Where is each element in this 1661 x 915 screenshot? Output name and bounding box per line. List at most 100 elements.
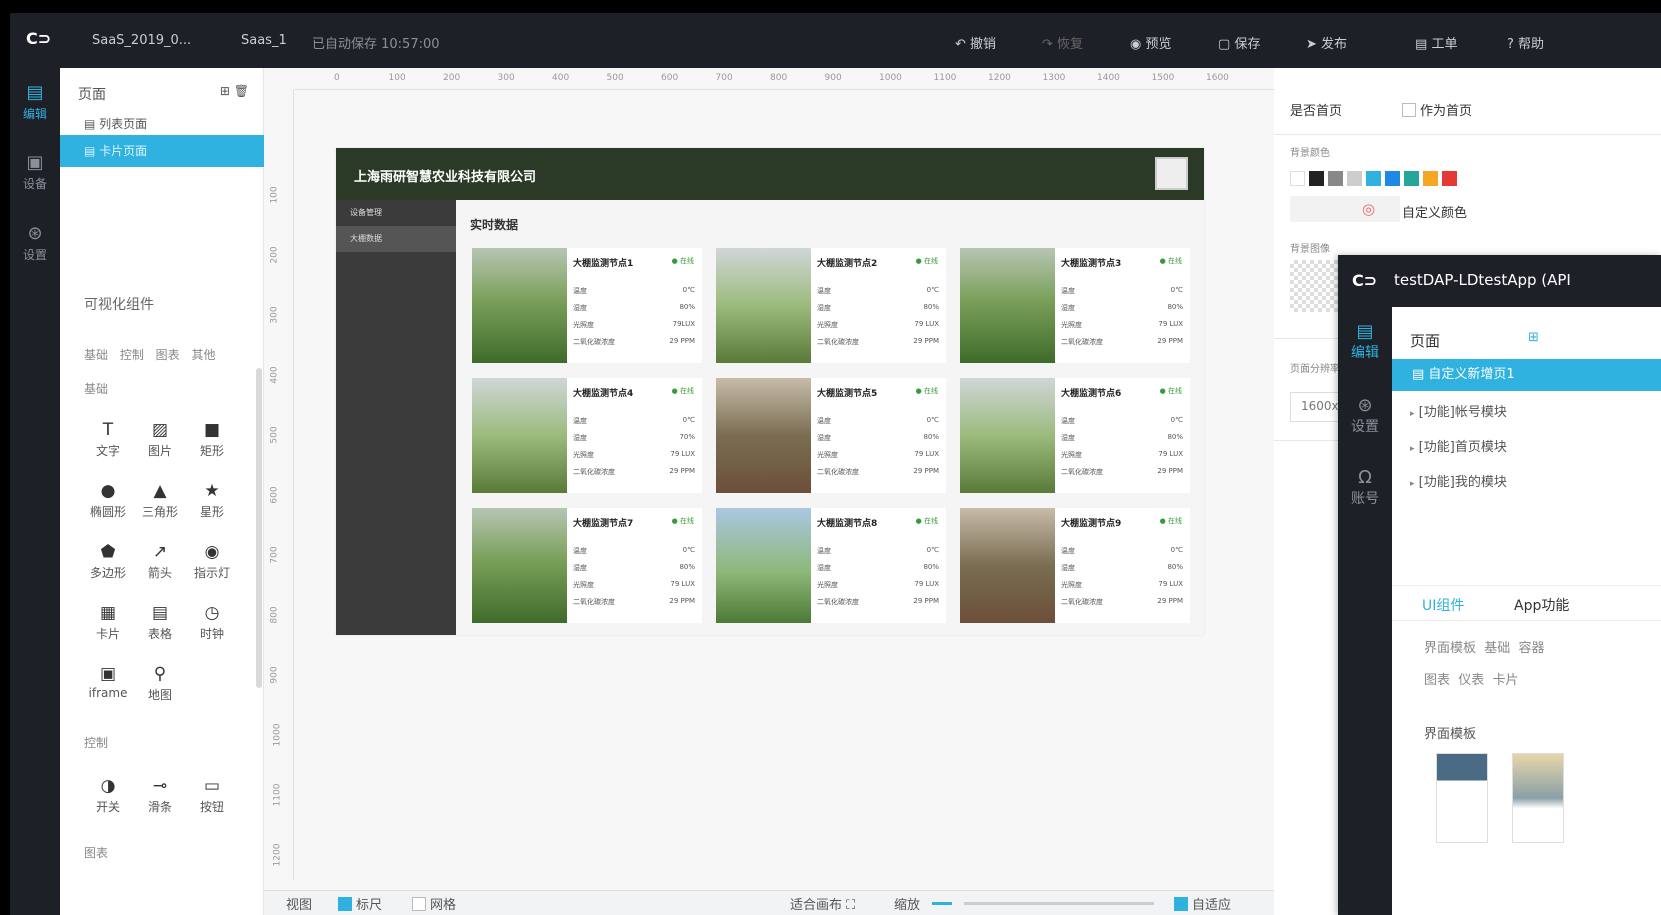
- sensor-card[interactable]: 大棚监测节点2 ● 在线 温度 0℃ 湿度 80% 光照度 79 LUX 二氧化碳浓度 29 PP…: [716, 248, 946, 363]
- control-item[interactable]: ◑ 开关: [82, 776, 134, 815]
- sensor-card[interactable]: 大棚监测节点4 ● 在线 温度 0℃ 湿度 70% 光照度 79 LUX 二氧化碳浓度 29 PP…: [472, 378, 702, 493]
- zoom-slider[interactable]: [964, 902, 1154, 905]
- reading-row: 湿度 80%: [573, 303, 695, 312]
- control-icon: ⊸: [152, 776, 168, 796]
- component-item[interactable]: ● 椭圆形: [82, 481, 134, 520]
- component-item[interactable]: ▲ 三角形: [134, 481, 186, 520]
- nav-edit[interactable]: ▤ 编辑: [10, 82, 60, 122]
- bg-color-label: 背景颜色: [1290, 148, 1330, 159]
- color-swatch[interactable]: [1347, 171, 1362, 186]
- greenhouse-photo: [960, 248, 1055, 363]
- template-thumb-dashboard[interactable]: [1436, 753, 1488, 843]
- as-home-checkbox[interactable]: 作为首页: [1402, 100, 1472, 119]
- site-menu-item-active[interactable]: 大棚数据: [336, 226, 456, 252]
- color-swatch[interactable]: [1290, 171, 1305, 186]
- redo-icon: ↷: [1042, 37, 1053, 52]
- ticket-button[interactable]: ▤ 工单: [1415, 33, 1457, 52]
- site-menu-item[interactable]: 设备管理: [336, 200, 456, 226]
- file-name[interactable]: SaaS_2019_0...: [92, 33, 191, 48]
- preview-button[interactable]: ◉ 预览: [1130, 33, 1172, 52]
- category-tabs-row1[interactable]: 界面模板 基础 容器: [1424, 637, 1545, 656]
- status-badge: ● 在线: [1159, 517, 1182, 525]
- component-icon: ◉: [204, 542, 220, 562]
- control-item[interactable]: ▭ 按钮: [186, 776, 238, 815]
- category-tabs-row2[interactable]: 图表 仪表 卡片: [1424, 669, 1519, 688]
- sensor-card[interactable]: 大棚监测节点1 ● 在线 温度 0℃ 湿度 80% 光照度 79LUX 二氧化碳浓度 29 PPM: [472, 248, 702, 363]
- site-main: 实时数据 大棚监测节点1 ● 在线 温度 0℃ 湿度 80% 光照度 79LUX 二氧化碳浓度 2…: [456, 200, 1204, 635]
- color-input[interactable]: [1290, 196, 1400, 222]
- ticket-icon: ▤: [1415, 37, 1428, 52]
- template-thumb-landscape[interactable]: [1512, 753, 1564, 843]
- component-item[interactable]: ★ 星形: [186, 481, 238, 520]
- color-swatch[interactable]: [1423, 171, 1438, 186]
- overlay-nav-account[interactable]: Ω 账号: [1338, 467, 1392, 508]
- main-title: 实时数据: [470, 218, 519, 232]
- page-actions[interactable]: ⊞ 🗑: [220, 84, 249, 98]
- reading-row: 二氧化碳浓度 29 PPM: [1061, 337, 1183, 346]
- component-item[interactable]: ■ 矩形: [186, 420, 238, 459]
- grid-toggle[interactable]: 网格: [412, 894, 456, 913]
- component-item[interactable]: ▤ 表格: [134, 603, 186, 642]
- color-wheel-icon[interactable]: ◎: [1362, 200, 1375, 218]
- component-item[interactable]: ◉ 指示灯: [186, 542, 238, 581]
- fit-canvas-button[interactable]: 适合画布 ⛶: [790, 894, 855, 913]
- sensor-card[interactable]: 大棚监测节点6 ● 在线 温度 0℃ 湿度 80% 光照度 79 LUX 二氧化碳浓度 29 PP…: [960, 378, 1190, 493]
- color-swatch[interactable]: [1404, 171, 1419, 186]
- bg-image-preview[interactable]: [1290, 260, 1342, 312]
- overlay-nav-edit[interactable]: ▤ 编辑: [1338, 321, 1392, 362]
- color-swatch[interactable]: [1309, 171, 1324, 186]
- overlay-add-page-icon[interactable]: ⊞: [1528, 330, 1539, 345]
- help-button[interactable]: ? 帮助: [1507, 33, 1544, 52]
- overlay-selected-page[interactable]: ▤ 自定义新增页1: [1392, 359, 1661, 391]
- module-item[interactable]: ▸ [功能]帐号模块: [1410, 401, 1507, 420]
- tab-app-functions[interactable]: App功能: [1514, 595, 1569, 615]
- app-name[interactable]: Saas_1: [241, 33, 287, 48]
- component-tabs[interactable]: 基础 控制 图表 其他: [84, 346, 215, 363]
- module-item[interactable]: ▸ [功能]首页模块: [1410, 436, 1507, 455]
- component-item[interactable]: ⬟ 多边形: [82, 542, 134, 581]
- component-item[interactable]: ▣ iframe: [82, 664, 134, 700]
- sensor-card[interactable]: 大棚监测节点8 ● 在线 温度 0℃ 湿度 80% 光照度 79 LUX 二氧化碳浓度 29 PP…: [716, 508, 946, 623]
- components-title: 可视化组件: [84, 297, 154, 313]
- component-icon: ◷: [204, 603, 220, 623]
- panel-scrollbar[interactable]: [256, 368, 262, 688]
- color-swatch[interactable]: [1328, 171, 1343, 186]
- page-preview[interactable]: 上海雨研智慧农业科技有限公司 设备管理 大棚数据 实时数据 大棚监测节点1 ● 在…: [336, 148, 1204, 635]
- component-item[interactable]: ↗ 箭头: [134, 542, 186, 581]
- component-item[interactable]: ◷ 时钟: [186, 603, 238, 642]
- reading-row: 二氧化碳浓度 29 PPM: [1061, 597, 1183, 606]
- ruler-tick: 500: [606, 73, 624, 83]
- edit-icon: ▤: [1356, 321, 1374, 342]
- undo-button[interactable]: ↶ 撤销: [955, 33, 996, 52]
- color-swatch[interactable]: [1366, 171, 1381, 186]
- sensor-card[interactable]: 大棚监测节点3 ● 在线 温度 0℃ 湿度 80% 光照度 79 LUX 二氧化碳浓度 29 PP…: [960, 248, 1190, 363]
- color-swatch[interactable]: [1385, 171, 1400, 186]
- component-item[interactable]: T 文字: [82, 420, 134, 459]
- publish-button[interactable]: ➤ 发布: [1306, 33, 1347, 52]
- zoom-minus-icon[interactable]: [932, 902, 952, 905]
- reading-row: 光照度 79 LUX: [817, 320, 939, 329]
- design-canvas[interactable]: 0 100 200 300 400 500 600 700 800 900 1000 1100 1200…: [264, 68, 1274, 915]
- sensor-card[interactable]: 大棚监测节点5 ● 在线 温度 0℃ 湿度 80% 光照度 79 LUX 二氧化碳浓度 29 PP…: [716, 378, 946, 493]
- component-icon: ⬟: [100, 542, 116, 562]
- component-item[interactable]: ▨ 图片: [134, 420, 186, 459]
- adaptive-toggle[interactable]: 自适应: [1174, 894, 1231, 913]
- page-item-selected[interactable]: ▤ 卡片页面: [60, 135, 264, 167]
- sensor-card[interactable]: 大棚监测节点7 ● 在线 温度 0℃ 湿度 80% 光照度 79 LUX 二氧化碳浓度 29 PP…: [472, 508, 702, 623]
- module-item[interactable]: ▸ [功能]我的模块: [1410, 471, 1507, 490]
- undo-icon: ↶: [955, 37, 966, 52]
- nav-settings[interactable]: ⊛ 设置: [10, 223, 60, 263]
- sensor-card[interactable]: 大棚监测节点9 ● 在线 温度 0℃ 湿度 80% 光照度 79 LUX 二氧化碳浓度 29 PP…: [960, 508, 1190, 623]
- component-item[interactable]: ▦ 卡片: [82, 603, 134, 642]
- color-swatch[interactable]: [1442, 171, 1457, 186]
- ruler-toggle[interactable]: 标尺: [338, 894, 382, 913]
- redo-button[interactable]: ↷ 恢复: [1042, 33, 1083, 52]
- account-icon: Ω: [1358, 467, 1372, 488]
- tab-ui-components[interactable]: UI组件: [1422, 595, 1464, 615]
- save-button[interactable]: ▢ 保存: [1218, 33, 1260, 52]
- control-item[interactable]: ⊸ 滑条: [134, 776, 186, 815]
- overlay-nav-settings[interactable]: ⊛ 设置: [1338, 395, 1392, 436]
- component-item[interactable]: ⚲ 地图: [134, 664, 186, 703]
- image-placeholder-icon[interactable]: [1155, 157, 1188, 190]
- nav-device[interactable]: ▣ 设备: [10, 152, 60, 192]
